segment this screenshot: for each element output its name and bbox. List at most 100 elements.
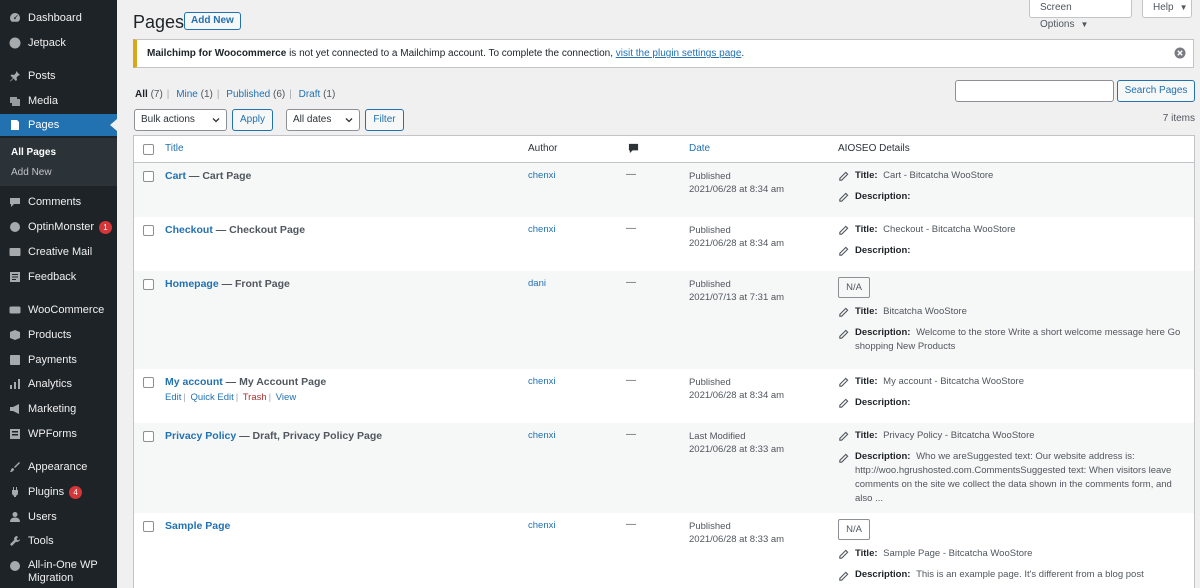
page-title-link[interactable]: Homepage <box>165 278 219 290</box>
submenu-all-pages[interactable]: All Pages <box>11 147 56 158</box>
pencil-icon[interactable] <box>838 329 849 340</box>
table-row: My account — My Account Page Edit | Quick… <box>134 369 1194 423</box>
wpforms-icon <box>9 428 21 440</box>
sidebar-item-marketing[interactable]: Marketing <box>0 398 117 420</box>
quick-edit-link[interactable]: Quick Edit <box>190 392 233 403</box>
sidebar-item-creative-mail[interactable]: Creative Mail <box>0 241 117 263</box>
select-all-checkbox[interactable] <box>143 144 154 155</box>
sidebar-item-pages[interactable]: Pages <box>0 114 117 136</box>
pencil-icon[interactable] <box>838 431 849 442</box>
filter-mine[interactable]: Mine <box>176 89 198 100</box>
submenu-add-new[interactable]: Add New <box>11 167 52 178</box>
comment-count: — <box>626 429 636 440</box>
row-checkbox[interactable] <box>143 521 154 532</box>
sidebar-item-posts[interactable]: Posts <box>0 65 117 87</box>
page-title-link[interactable]: Sample Page <box>165 520 230 532</box>
sidebar-item-feedback[interactable]: Feedback <box>0 266 117 288</box>
filter-published[interactable]: Published <box>226 89 270 100</box>
date-status: Published <box>689 279 731 290</box>
sidebar-item-products[interactable]: Products <box>0 324 117 346</box>
sidebar-item-media[interactable]: Media <box>0 90 117 112</box>
row-checkbox[interactable] <box>143 279 154 290</box>
bulk-actions-select[interactable]: Bulk actions <box>134 109 227 131</box>
author-link[interactable]: chenxi <box>528 376 555 387</box>
page-title-link[interactable]: My account <box>165 376 223 388</box>
sidebar-item-plugins[interactable]: Plugins 4 <box>0 481 117 503</box>
pencil-icon[interactable] <box>838 225 849 236</box>
add-new-button[interactable]: Add New <box>184 12 241 30</box>
date-status: Last Modified <box>689 431 746 442</box>
comment-count: — <box>626 223 636 234</box>
pencil-icon[interactable] <box>838 549 849 560</box>
brush-icon <box>9 461 21 473</box>
sidebar-item-payments[interactable]: Payments <box>0 349 117 371</box>
date-cell: Published 2021/07/13 at 7:31 am <box>689 278 784 304</box>
page-title-link[interactable]: Checkout <box>165 224 213 236</box>
sidebar-item-wpforms[interactable]: WPForms <box>0 423 117 445</box>
filter-draft[interactable]: Draft <box>299 89 321 100</box>
seo-title-label: Title: <box>855 376 881 387</box>
sidebar-item-users[interactable]: Users <box>0 506 117 528</box>
author-link[interactable]: chenxi <box>528 170 555 181</box>
page-title-link[interactable]: Cart <box>165 170 186 182</box>
author-link[interactable]: chenxi <box>528 520 555 531</box>
seo-description-label: Description: <box>855 569 914 580</box>
date-status: Published <box>689 521 731 532</box>
trash-link[interactable]: Trash <box>243 392 267 403</box>
pencil-icon[interactable] <box>838 246 849 257</box>
sidebar-item-jetpack[interactable]: Jetpack <box>0 32 117 54</box>
author-link[interactable]: chenxi <box>528 224 555 235</box>
seo-title-value: Cart - Bitcatcha WooStore <box>883 170 994 181</box>
post-state: — Checkout Page <box>212 224 306 236</box>
dismiss-icon[interactable] <box>1174 47 1186 59</box>
dates-select[interactable]: All dates <box>286 109 360 131</box>
row-title: Privacy Policy — Draft, Privacy Policy P… <box>165 430 382 442</box>
pencil-icon[interactable] <box>838 192 849 203</box>
sidebar-item-appearance[interactable]: Appearance <box>0 456 117 478</box>
view-link[interactable]: View <box>276 392 296 403</box>
row-checkbox[interactable] <box>143 431 154 442</box>
page-title-link[interactable]: Privacy Policy <box>165 430 236 442</box>
column-date[interactable]: Date <box>689 143 710 154</box>
sidebar-item-tools[interactable]: Tools <box>0 530 117 552</box>
dashboard-icon <box>9 12 21 24</box>
comment-icon[interactable] <box>628 143 639 154</box>
pencil-icon[interactable] <box>838 307 849 318</box>
screen-options-button[interactable]: Screen Options ▼ <box>1029 0 1132 30</box>
apply-button[interactable]: Apply <box>232 109 273 131</box>
row-checkbox[interactable] <box>143 377 154 388</box>
pencil-icon[interactable] <box>838 453 849 464</box>
sidebar-item-comments[interactable]: Comments <box>0 191 117 213</box>
seo-description-label: Description: <box>855 451 914 462</box>
pencil-icon[interactable] <box>838 398 849 409</box>
pencil-icon[interactable] <box>838 377 849 388</box>
author-link[interactable]: chenxi <box>528 430 555 441</box>
help-label: Help <box>1153 2 1174 13</box>
edit-link[interactable]: Edit <box>165 392 181 403</box>
sidebar-item-dashboard[interactable]: Dashboard <box>0 7 117 29</box>
date-cell: Published 2021/06/28 at 8:34 am <box>689 224 784 250</box>
help-button[interactable]: Help ▼ <box>1142 0 1192 18</box>
row-checkbox[interactable] <box>143 225 154 236</box>
seo-score-badge: N/A <box>838 277 870 298</box>
caret-down-icon: ▼ <box>1080 20 1089 29</box>
sidebar-item-all-in-one-wp-migration[interactable]: All-in-One WP Migration <box>0 559 117 588</box>
analytics-icon <box>9 378 21 390</box>
sidebar-item-woocommerce[interactable]: WooCommerce <box>0 299 117 321</box>
search-input[interactable] <box>955 80 1114 102</box>
post-state: — Cart Page <box>186 170 252 182</box>
sidebar-item-optinmonster[interactable]: OptinMonster 1 <box>0 216 117 238</box>
pencil-icon[interactable] <box>838 571 849 582</box>
pencil-icon[interactable] <box>838 171 849 182</box>
author-link[interactable]: dani <box>528 278 546 289</box>
seo-description-value: This is an example page. It's different … <box>916 569 1144 580</box>
sidebar-item-analytics[interactable]: Analytics <box>0 373 117 395</box>
row-checkbox[interactable] <box>143 171 154 182</box>
filter-button[interactable]: Filter <box>365 109 404 131</box>
column-title[interactable]: Title <box>165 143 184 154</box>
row-title: Cart — Cart Page <box>165 170 251 182</box>
main-content: Pages Add New Screen Options ▼ Help ▼ Mail… <box>117 0 1200 588</box>
plugin-settings-link[interactable]: visit the plugin settings page <box>616 48 742 59</box>
filter-all[interactable]: All <box>135 89 148 100</box>
search-pages-button[interactable]: Search Pages <box>1117 80 1195 102</box>
